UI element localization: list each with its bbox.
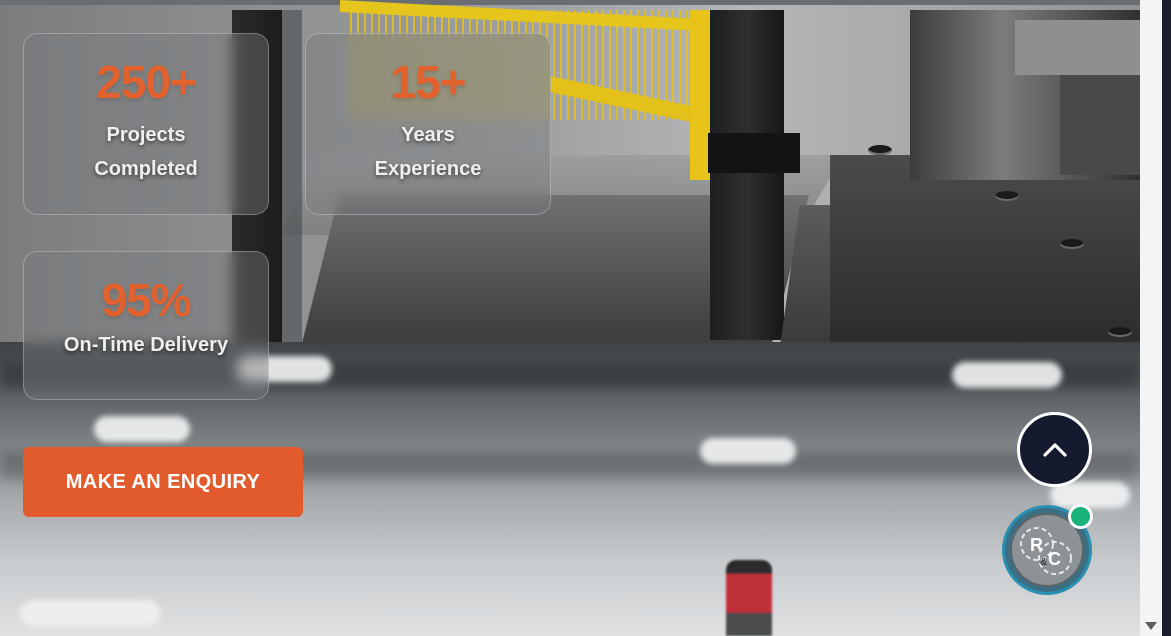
fence-post-band <box>708 133 800 173</box>
stat-label: On-Time Delivery <box>63 334 229 356</box>
stat-value: 250+ <box>96 56 197 108</box>
scrollbar-edge <box>1162 0 1171 636</box>
stat-card-experience: 15+ Years Experience <box>305 33 551 215</box>
fence-post-yellow <box>690 10 710 180</box>
svg-text:C: C <box>1048 549 1061 569</box>
bolt <box>1060 239 1084 249</box>
svg-text:&: & <box>1040 557 1047 568</box>
machine-block-lower <box>1060 75 1140 175</box>
ceiling-light <box>952 362 1062 388</box>
rc-gear-logo-icon: R C & <box>1020 527 1072 575</box>
fence-post-black <box>710 10 784 340</box>
fence-rail-left <box>282 10 302 347</box>
stat-card-delivery: 95% On-Time Delivery <box>23 251 269 400</box>
machine-block <box>1015 20 1140 75</box>
chevron-up-icon <box>1042 442 1067 457</box>
stat-value: 95% <box>101 274 191 326</box>
ceiling-light <box>94 416 190 442</box>
bolt <box>1108 327 1132 337</box>
scroll-to-top-button[interactable] <box>1017 412 1092 487</box>
bolt <box>995 191 1019 201</box>
svg-text:R: R <box>1030 535 1043 555</box>
stat-value: 15+ <box>390 56 466 108</box>
scroll-down-arrow-icon[interactable] <box>1143 619 1159 633</box>
signal-lamp <box>726 560 772 636</box>
online-status-indicator <box>1068 504 1093 529</box>
bolt <box>868 145 892 155</box>
stat-label: Projects Completed <box>94 124 198 180</box>
ceiling-light <box>700 438 796 464</box>
stat-card-projects: 250+ Projects Completed <box>23 33 269 215</box>
ceiling-light <box>20 600 160 626</box>
make-enquiry-button[interactable]: MAKE AN ENQUIRY <box>23 447 303 517</box>
machine-base <box>830 155 1140 345</box>
stat-label: Years Experience <box>374 124 482 180</box>
